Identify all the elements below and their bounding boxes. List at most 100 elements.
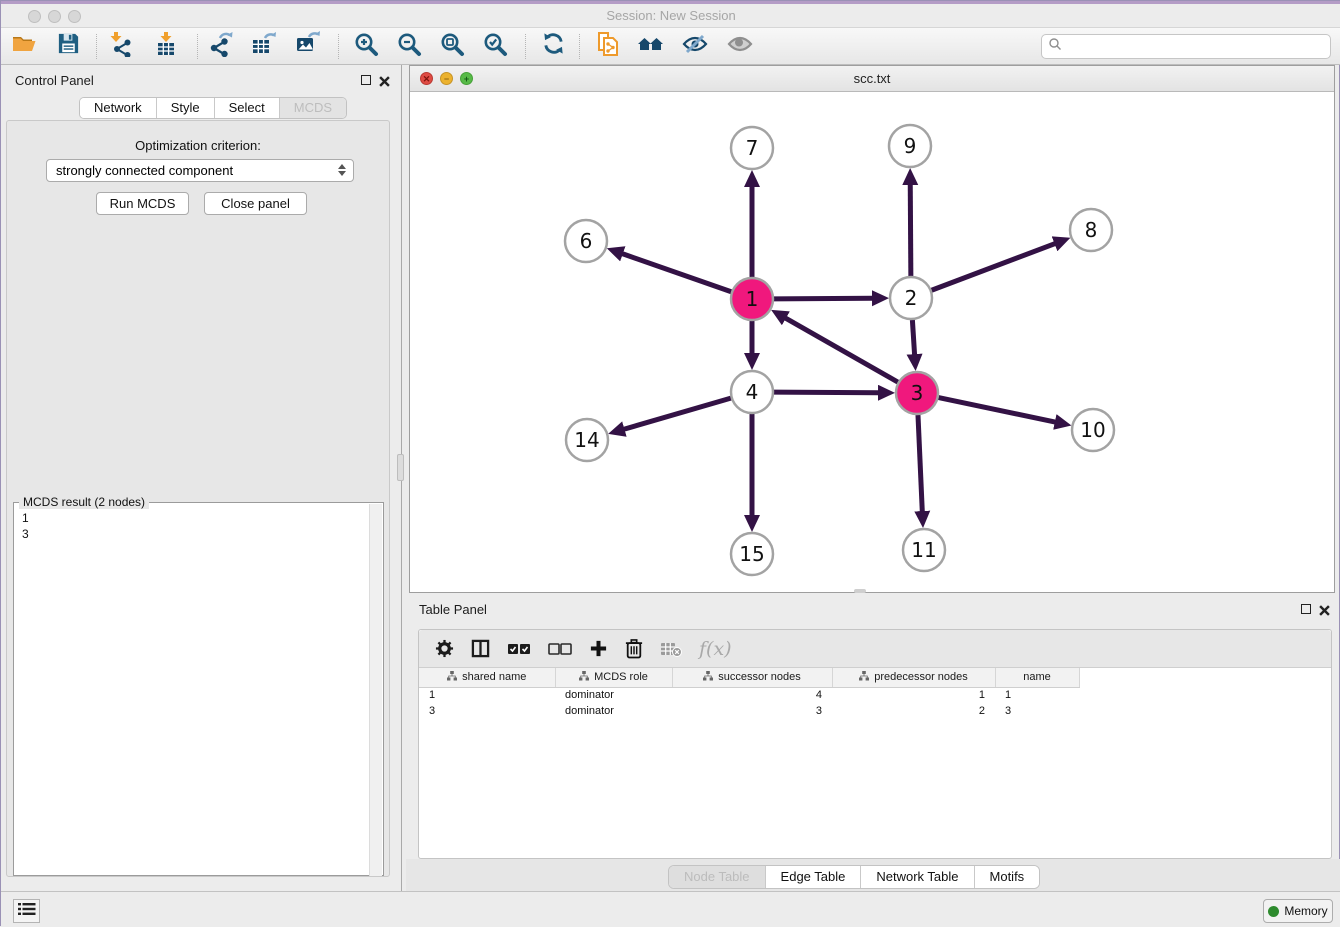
table-toolbar: f(x)	[419, 630, 1331, 668]
save-icon	[56, 31, 81, 61]
column-header-predecessor-nodes[interactable]: predecessor nodes	[832, 668, 995, 687]
zoom-fit-button[interactable]	[437, 31, 467, 61]
network-maximize-button[interactable]: +	[460, 72, 473, 85]
table-row[interactable]: 1 dominator 4 1 1	[419, 687, 1079, 703]
home-fit-button[interactable]	[636, 31, 666, 61]
unselect-all-icon[interactable]	[548, 642, 572, 656]
table-panel-title: Table Panel	[419, 602, 487, 617]
save-session-button[interactable]	[53, 31, 83, 61]
memory-button[interactable]: Memory	[1263, 899, 1333, 923]
export-image-button[interactable]	[293, 31, 323, 61]
graph-node-label: 14	[574, 428, 599, 452]
show-all-button[interactable]	[725, 31, 755, 61]
tab-network-table[interactable]: Network Table	[861, 866, 974, 888]
graph-edge[interactable]	[774, 298, 873, 299]
graph-node-label: 4	[746, 380, 759, 404]
task-history-button[interactable]	[13, 899, 40, 923]
mcds-result-box: 1 3	[13, 502, 384, 876]
tab-node-table[interactable]: Node Table	[669, 866, 766, 888]
graph-edge[interactable]	[622, 254, 731, 292]
graph-node-label: 1	[746, 287, 759, 311]
toolbar-separator	[96, 34, 97, 59]
search-icon	[1048, 37, 1062, 56]
column-header-mcds-role[interactable]: MCDS role	[555, 668, 672, 687]
graph-edge[interactable]	[785, 318, 898, 382]
column-header-shared-name[interactable]: shared name	[419, 668, 555, 687]
add-row-icon[interactable]	[589, 639, 608, 658]
hide-unselected-button[interactable]	[680, 31, 710, 61]
optimization-criterion-select[interactable]: strongly connected component	[46, 159, 354, 182]
close-panel-button[interactable]: Close panel	[204, 192, 307, 215]
result-scrollbar[interactable]	[369, 504, 382, 876]
export-table-icon	[251, 31, 277, 62]
refresh-button[interactable]	[538, 31, 568, 61]
control-panel-tabs: Network Style Select MCDS	[79, 97, 347, 119]
main-toolbar	[1, 28, 1340, 65]
zoom-selected-button[interactable]	[480, 31, 510, 61]
network-window-titlebar[interactable]: ✕ − + scc.txt	[410, 66, 1334, 92]
network-window-title: scc.txt	[410, 66, 1334, 91]
node-table: shared name MCDS role successor nodes pr…	[419, 668, 1080, 719]
export-network-button[interactable]	[206, 31, 236, 61]
graph-node-label: 11	[911, 538, 936, 562]
table-row[interactable]: 3 dominator 3 2 3	[419, 703, 1079, 719]
export-table-button[interactable]	[249, 31, 279, 61]
graph-node-label: 9	[904, 134, 917, 158]
column-header-name[interactable]: name	[995, 668, 1079, 687]
control-panel-close-icon[interactable]	[379, 74, 390, 92]
open-session-button[interactable]	[9, 31, 39, 61]
graph-node-label: 6	[580, 229, 593, 253]
window-minimize-button[interactable]	[48, 10, 61, 23]
import-table-button[interactable]	[151, 31, 181, 61]
tab-motifs[interactable]: Motifs	[975, 866, 1040, 888]
horizontal-splitter-handle[interactable]	[854, 589, 866, 593]
graph-edge[interactable]	[623, 398, 730, 429]
gear-icon[interactable]	[435, 639, 454, 658]
zoom-in-button[interactable]	[351, 31, 381, 61]
columns-icon[interactable]	[471, 639, 490, 658]
toolbar-separator	[338, 34, 339, 59]
tab-mcds[interactable]: MCDS	[280, 98, 346, 118]
control-panel-float-icon[interactable]	[361, 75, 371, 85]
network-canvas[interactable]: 7968124314101511	[411, 93, 1333, 592]
status-bar: Memory	[1, 891, 1340, 927]
tab-network[interactable]: Network	[80, 98, 157, 118]
table-tabs: Node Table Edge Table Network Table Moti…	[668, 865, 1040, 889]
graph-edge[interactable]	[774, 392, 879, 393]
chevron-up-down-icon	[338, 164, 346, 176]
run-mcds-button[interactable]: Run MCDS	[96, 192, 189, 215]
clone-network-button[interactable]	[593, 31, 623, 61]
search-box[interactable]	[1041, 34, 1331, 59]
refresh-icon	[541, 31, 566, 61]
network-minimize-button[interactable]: −	[440, 72, 453, 85]
column-header-successor-nodes[interactable]: successor nodes	[672, 668, 832, 687]
graph-node-label: 15	[739, 542, 764, 566]
trash-icon[interactable]	[625, 638, 643, 659]
graph-edge[interactable]	[932, 243, 1056, 290]
function-builder-icon: f(x)	[699, 638, 732, 660]
graph-edge[interactable]	[939, 398, 1056, 423]
tab-select[interactable]: Select	[215, 98, 280, 118]
selected-option: strongly connected component	[56, 163, 233, 178]
table-panel-float-icon[interactable]	[1301, 604, 1311, 614]
search-input[interactable]	[1066, 40, 1330, 54]
select-all-icon[interactable]	[507, 642, 531, 656]
window-zoom-button[interactable]	[68, 10, 81, 23]
panel-splitter-handle[interactable]	[397, 454, 404, 481]
tab-edge-table[interactable]: Edge Table	[766, 866, 862, 888]
tab-style[interactable]: Style	[157, 98, 215, 118]
window-close-button[interactable]	[28, 10, 41, 23]
graph-edge[interactable]	[912, 320, 914, 355]
zoom-out-button[interactable]	[394, 31, 424, 61]
zoom-selected-icon	[482, 31, 508, 62]
graph-edge[interactable]	[918, 415, 922, 512]
clone-network-icon	[595, 31, 621, 62]
zoom-out-icon	[396, 31, 422, 62]
network-close-button[interactable]: ✕	[420, 72, 433, 85]
import-network-button[interactable]	[106, 31, 136, 61]
graph-edge[interactable]	[910, 184, 911, 276]
graph-node-label: 10	[1080, 418, 1105, 442]
memory-label: Memory	[1284, 904, 1327, 918]
mcds-result-line: 3	[22, 526, 29, 542]
table-panel-close-icon[interactable]	[1319, 603, 1330, 621]
